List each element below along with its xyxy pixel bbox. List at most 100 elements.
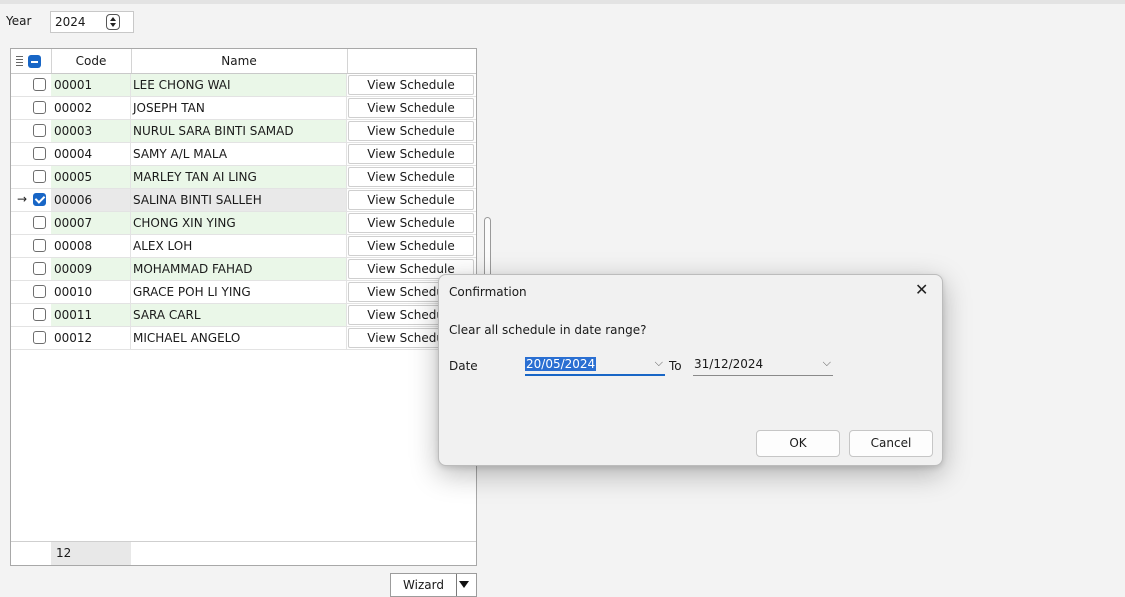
table-row[interactable]: 00012 MICHAEL ANGELO View Schedule (11, 327, 476, 350)
window-top-strip (0, 0, 1125, 4)
cell-code[interactable]: 00006 (51, 189, 131, 211)
table-row[interactable]: 00001 LEE CHONG WAI View Schedule (11, 74, 476, 97)
cell-code[interactable]: 00010 (51, 281, 131, 303)
cell-code[interactable]: 00003 (51, 120, 131, 142)
cell-name[interactable]: GRACE POH LI YING (131, 281, 347, 303)
table-row[interactable]: → 00006 SALINA BINTI SALLEH View Schedule (11, 189, 476, 212)
row-indicator-cell[interactable] (11, 74, 51, 96)
wizard-split-button[interactable]: Wizard (390, 573, 477, 597)
row-indicator-cell[interactable] (11, 212, 51, 234)
view-schedule-button[interactable]: View Schedule (348, 121, 474, 141)
row-indicator-cell[interactable] (11, 120, 51, 142)
grid-rows: 00001 LEE CHONG WAI View Schedule 00002 JOSE… (11, 74, 476, 350)
cell-name[interactable]: SARA CARL (131, 304, 347, 326)
cell-code[interactable]: 00005 (51, 166, 131, 188)
table-row[interactable]: 00007 CHONG XIN YING View Schedule (11, 212, 476, 235)
table-row[interactable]: 00011 SARA CARL View Schedule (11, 304, 476, 327)
current-row-arrow-icon: → (17, 192, 28, 206)
row-checkbox[interactable] (33, 285, 46, 298)
row-indicator-cell[interactable] (11, 304, 51, 326)
row-indicator-cell[interactable] (11, 281, 51, 303)
cell-action: View Schedule (348, 75, 474, 95)
year-spinbox[interactable]: 2024 (50, 11, 134, 33)
date-to-value[interactable]: 31/12/2024 (693, 357, 764, 371)
dropdown-arrow-icon[interactable] (459, 581, 469, 588)
cell-code[interactable]: 00008 (51, 235, 131, 257)
cell-code[interactable]: 00012 (51, 327, 131, 349)
column-header-name[interactable]: Name (131, 54, 347, 68)
dialog-title: Confirmation (449, 285, 527, 299)
table-row[interactable]: 00009 MOHAMMAD FAHAD View Schedule (11, 258, 476, 281)
table-row[interactable]: 00004 SAMY A/L MALA View Schedule (11, 143, 476, 166)
column-separator (347, 49, 348, 73)
cell-action: View Schedule (348, 167, 474, 187)
cell-code[interactable]: 00004 (51, 143, 131, 165)
cell-action: View Schedule (348, 121, 474, 141)
row-checkbox[interactable] (33, 331, 46, 344)
cell-name[interactable]: NURUL SARA BINTI SAMAD (131, 120, 347, 142)
view-schedule-button[interactable]: View Schedule (348, 98, 474, 118)
row-checkbox[interactable] (33, 147, 46, 160)
record-count: 12 (51, 542, 131, 565)
close-icon[interactable]: ✕ (915, 281, 928, 299)
row-indicator-cell[interactable] (11, 97, 51, 119)
cell-name[interactable]: JOSEPH TAN (131, 97, 347, 119)
view-schedule-button[interactable]: View Schedule (348, 167, 474, 187)
cell-code[interactable]: 00001 (51, 74, 131, 96)
cell-name[interactable]: MOHAMMAD FAHAD (131, 258, 347, 280)
row-indicator-cell[interactable] (11, 143, 51, 165)
cell-code[interactable]: 00011 (51, 304, 131, 326)
cell-name[interactable]: CHONG XIN YING (131, 212, 347, 234)
row-checkbox[interactable] (33, 101, 46, 114)
cell-action: View Schedule (348, 144, 474, 164)
table-row[interactable]: 00010 GRACE POH LI YING View Schedule (11, 281, 476, 304)
cell-name[interactable]: MICHAEL ANGELO (131, 327, 347, 349)
row-indicator-cell[interactable] (11, 258, 51, 280)
wizard-button-label[interactable]: Wizard (391, 574, 457, 596)
chevron-down-icon[interactable]: ⌵ (655, 356, 663, 370)
column-header-code[interactable]: Code (51, 54, 131, 68)
table-row[interactable]: 00002 JOSEPH TAN View Schedule (11, 97, 476, 120)
row-checkbox[interactable] (33, 124, 46, 137)
row-indicator-cell[interactable] (11, 166, 51, 188)
view-schedule-button[interactable]: View Schedule (348, 236, 474, 256)
row-checkbox[interactable] (33, 78, 46, 91)
cell-code[interactable]: 00009 (51, 258, 131, 280)
row-checkbox[interactable] (33, 193, 46, 206)
column-menu-icon[interactable] (16, 56, 23, 66)
view-schedule-button[interactable]: View Schedule (348, 190, 474, 210)
view-schedule-button[interactable]: View Schedule (348, 144, 474, 164)
cell-name[interactable]: MARLEY TAN AI LING (131, 166, 347, 188)
table-row[interactable]: 00008 ALEX LOH View Schedule (11, 235, 476, 258)
grid-footer: 12 (11, 541, 476, 565)
row-checkbox[interactable] (33, 216, 46, 229)
row-indicator-cell[interactable] (11, 235, 51, 257)
dialog-message: Clear all schedule in date range? (449, 323, 647, 337)
chevron-down-icon[interactable]: ⌵ (823, 356, 831, 370)
to-label: To (669, 359, 682, 373)
date-from-picker[interactable]: 20/05/2024 ⌵ (525, 354, 665, 376)
table-row[interactable]: 00005 MARLEY TAN AI LING View Schedule (11, 166, 476, 189)
select-all-checkbox[interactable] (28, 55, 41, 68)
table-row[interactable]: 00003 NURUL SARA BINTI SAMAD View Schedule (11, 120, 476, 143)
row-checkbox[interactable] (33, 262, 46, 275)
date-to-picker[interactable]: 31/12/2024 ⌵ (693, 354, 833, 376)
cell-name[interactable]: SAMY A/L MALA (131, 143, 347, 165)
spin-up-down-icon[interactable] (106, 14, 120, 30)
row-checkbox[interactable] (33, 170, 46, 183)
row-checkbox[interactable] (33, 308, 46, 321)
row-indicator-cell[interactable] (11, 327, 51, 349)
row-indicator-cell[interactable]: → (11, 189, 51, 211)
date-from-value[interactable]: 20/05/2024 (525, 357, 597, 371)
view-schedule-button[interactable]: View Schedule (348, 213, 474, 233)
cell-name[interactable]: LEE CHONG WAI (131, 74, 347, 96)
cell-name[interactable]: ALEX LOH (131, 235, 347, 257)
cell-code[interactable]: 00007 (51, 212, 131, 234)
year-value[interactable]: 2024 (55, 15, 86, 29)
cancel-button[interactable]: Cancel (849, 430, 933, 457)
ok-button[interactable]: OK (756, 430, 840, 457)
row-checkbox[interactable] (33, 239, 46, 252)
view-schedule-button[interactable]: View Schedule (348, 75, 474, 95)
cell-name[interactable]: SALINA BINTI SALLEH (131, 189, 347, 211)
cell-code[interactable]: 00002 (51, 97, 131, 119)
